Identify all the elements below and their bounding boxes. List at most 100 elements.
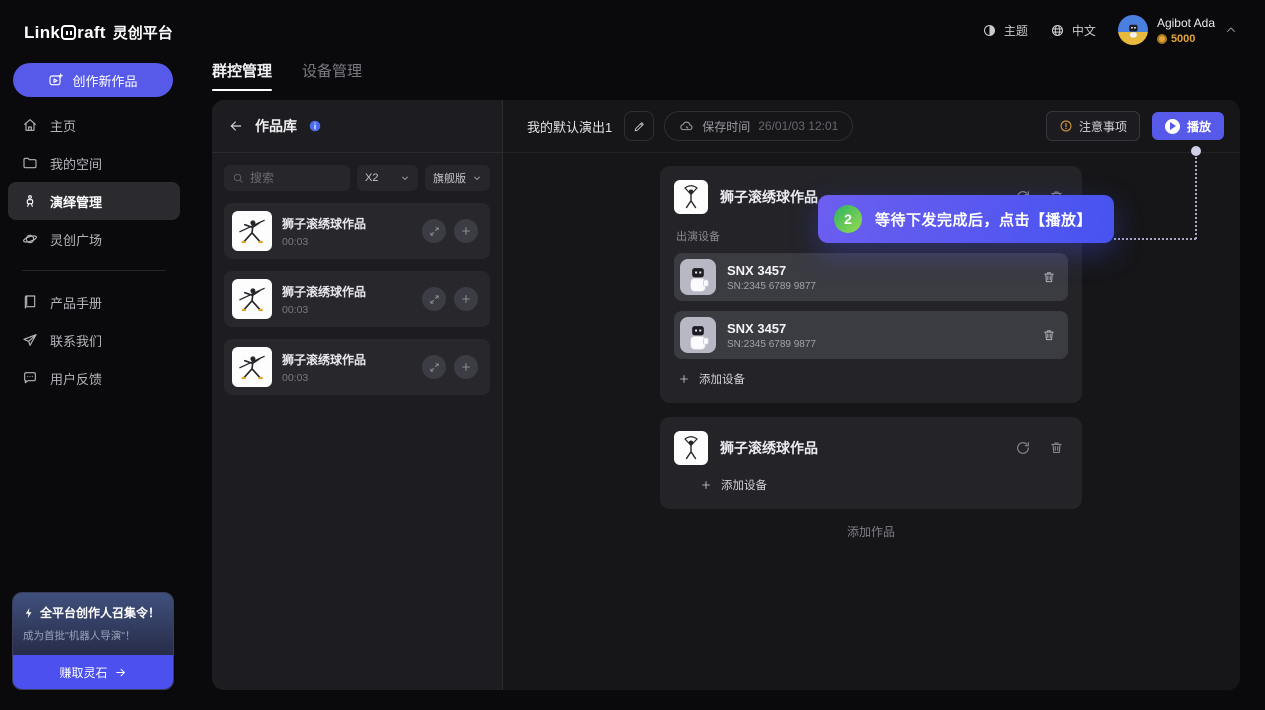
cloud-icon <box>679 119 694 134</box>
refresh-icon <box>1015 440 1031 456</box>
work-thumbnail <box>232 211 272 251</box>
resync-work-button[interactable] <box>1015 440 1031 456</box>
add-device-button[interactable]: 添加设备 <box>700 477 1068 493</box>
globe-icon <box>1050 23 1065 38</box>
promo-card: 全平台创作人召集令！ 成为首批"机器人导演"！ 赚取灵石 <box>12 592 174 690</box>
stage-header: 我的默认演出1 保存时间 26/01/03 12:01 注意事项 播放 <box>503 100 1240 153</box>
library-item[interactable]: 狮子滚绣球作品 00:03 <box>224 271 490 327</box>
tab-device-management[interactable]: 设备管理 <box>302 60 362 91</box>
search-input[interactable] <box>250 171 342 185</box>
speed-filter-select[interactable]: X2 <box>357 165 418 191</box>
send-icon <box>22 332 38 348</box>
sidebar-item-home[interactable]: 主页 <box>8 106 180 144</box>
expand-icon <box>429 362 440 373</box>
connector-line-vertical <box>1195 157 1197 239</box>
library-search[interactable] <box>224 165 350 191</box>
delete-work-button[interactable] <box>1049 440 1064 456</box>
library-item[interactable]: 狮子滚绣球作品 00:03 <box>224 203 490 259</box>
device-row: SNX 3457 SN:2345 6789 9877 <box>674 311 1068 359</box>
feedback-chat-icon <box>22 370 38 386</box>
save-time-chip: 保存时间 26/01/03 12:01 <box>664 111 853 141</box>
info-icon[interactable] <box>308 119 322 133</box>
sidebar-item-contact-us[interactable]: 联系我们 <box>8 321 180 359</box>
rename-show-button[interactable] <box>624 111 654 141</box>
remove-device-button[interactable] <box>1042 270 1056 284</box>
device-name: SNX 3457 <box>727 263 1031 278</box>
coin-icon <box>1157 34 1167 44</box>
chevron-up-icon <box>1224 23 1238 37</box>
expand-icon <box>429 294 440 305</box>
tab-group-control[interactable]: 群控管理 <box>212 60 272 91</box>
top-bar: 主题 中文 Agibot Ada 5000 <box>982 12 1238 48</box>
app-logo: Linkraft 灵创平台 <box>24 22 173 43</box>
work-thumbnail <box>674 431 708 465</box>
library-title: 作品库 <box>255 116 297 136</box>
notice-button[interactable]: 注意事项 <box>1046 111 1140 141</box>
sidebar-item-performance-management[interactable]: 演绎管理 <box>8 182 180 220</box>
chevron-down-icon <box>472 173 482 183</box>
remove-device-button[interactable] <box>1042 328 1056 342</box>
video-plus-icon <box>48 72 64 88</box>
logo-wordmark: Linkraft <box>24 23 106 43</box>
back-arrow-icon[interactable] <box>228 118 244 134</box>
expand-work-button[interactable] <box>422 355 446 379</box>
main-container: 作品库 X2 旗舰版 狮子滚绣球作品 <box>212 100 1240 690</box>
work-thumbnail <box>674 180 708 214</box>
user-avatar <box>1118 15 1148 45</box>
play-button[interactable]: 播放 <box>1152 112 1224 140</box>
add-work-button[interactable]: 添加作品 <box>660 523 1082 540</box>
sidebar-nav: 主页 我的空间 演绎管理 灵创广场 产品手册 联系我们 用户反馈 <box>8 106 180 397</box>
work-thumbnail <box>232 347 272 387</box>
plus-icon <box>700 479 712 491</box>
library-item[interactable]: 狮子滚绣球作品 00:03 <box>224 339 490 395</box>
expand-work-button[interactable] <box>422 219 446 243</box>
expand-icon <box>429 226 440 237</box>
expand-work-button[interactable] <box>422 287 446 311</box>
add-device-button[interactable]: 添加设备 <box>678 371 1068 387</box>
stage-panel: 我的默认演出1 保存时间 26/01/03 12:01 注意事项 播放 <box>503 100 1240 690</box>
book-icon <box>22 294 38 310</box>
device-avatar <box>680 317 716 353</box>
add-work-to-stage-button[interactable] <box>454 219 478 243</box>
library-list: 狮子滚绣球作品 00:03 狮子滚绣球作品 00:03 <box>224 203 490 395</box>
language-switcher[interactable]: 中文 <box>1050 22 1096 39</box>
planet-icon <box>22 231 38 247</box>
folder-icon <box>22 155 38 171</box>
work-thumbnail <box>232 279 272 319</box>
device-serial: SN:2345 6789 9877 <box>727 339 1031 350</box>
chevron-down-icon <box>400 173 410 183</box>
search-icon <box>232 172 244 184</box>
plus-icon <box>460 225 472 237</box>
earn-lingshi-button[interactable]: 赚取灵石 <box>13 655 173 689</box>
lightning-icon <box>23 606 35 620</box>
plus-icon <box>460 293 472 305</box>
version-filter-select[interactable]: 旗舰版 <box>425 165 490 191</box>
save-time-value: 26/01/03 12:01 <box>758 119 838 133</box>
robot-icon <box>22 193 38 209</box>
sidebar-item-user-feedback[interactable]: 用户反馈 <box>8 359 180 397</box>
sidebar: Linkraft 灵创平台 创作新作品 主页 我的空间 演绎管理 灵创广场 产品… <box>0 0 190 710</box>
onboarding-tooltip: 2 等待下发完成后，点击【播放】 <box>818 195 1114 243</box>
sidebar-item-lingchuang-plaza[interactable]: 灵创广场 <box>8 220 180 258</box>
work-title: 狮子滚绣球作品 <box>282 215 412 232</box>
device-avatar <box>680 259 716 295</box>
create-new-work-button[interactable]: 创作新作品 <box>13 63 173 97</box>
user-name: Agibot Ada <box>1157 16 1215 30</box>
work-title: 狮子滚绣球作品 <box>282 283 412 300</box>
trash-icon <box>1042 270 1056 284</box>
home-icon <box>22 117 38 133</box>
add-work-to-stage-button[interactable] <box>454 287 478 311</box>
logo-face-icon <box>61 25 76 40</box>
theme-toggle[interactable]: 主题 <box>982 22 1028 39</box>
save-time-label: 保存时间 <box>702 118 750 135</box>
work-title: 狮子滚绣球作品 <box>282 351 412 368</box>
sidebar-item-product-manual[interactable]: 产品手册 <box>8 283 180 321</box>
plus-icon <box>460 361 472 373</box>
user-menu[interactable]: Agibot Ada 5000 <box>1118 15 1238 45</box>
stage-work-card: 狮子滚绣球作品 添加设备 <box>660 417 1082 509</box>
sidebar-item-my-space[interactable]: 我的空间 <box>8 144 180 182</box>
device-row: SNX 3457 SN:2345 6789 9877 <box>674 253 1068 301</box>
stage-work-title: 狮子滚绣球作品 <box>720 438 1003 458</box>
trash-icon <box>1042 328 1056 342</box>
add-work-to-stage-button[interactable] <box>454 355 478 379</box>
